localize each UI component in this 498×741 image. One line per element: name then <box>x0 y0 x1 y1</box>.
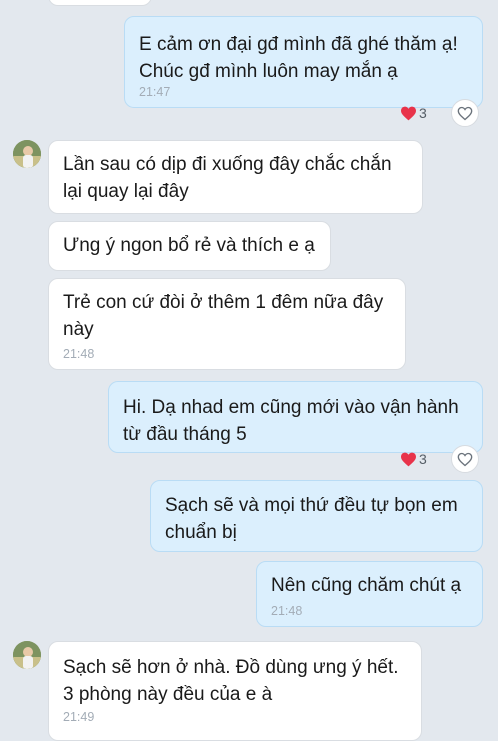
message-text: Ưng ý ngon bổ rẻ và thích e ạ <box>63 235 315 256</box>
avatar-image <box>13 641 41 669</box>
message-bubble-outgoing[interactable]: Hi. Dạ nhad em cũng mới vào vận hành từ … <box>108 381 483 453</box>
message-text: Lần sau có dịp đi xuống đây chắc chắn lạ… <box>63 154 392 202</box>
message-bubble-partial <box>48 0 152 6</box>
message-text: Sạch sẽ và mọi thứ đều tự bọn em chuẩn b… <box>165 495 458 543</box>
heart-icon <box>401 452 416 466</box>
message-time: 21:49 <box>63 710 95 724</box>
message-text: Sạch sẽ hơn ở nhà. Đồ dùng ưng ý hết. 3 … <box>63 657 399 705</box>
react-button[interactable] <box>451 445 479 473</box>
reaction-badge[interactable]: 3 <box>400 448 427 470</box>
reaction-badge[interactable]: 3 <box>400 102 427 124</box>
react-button[interactable] <box>451 99 479 127</box>
avatar-image <box>13 140 41 168</box>
message-bubble-outgoing[interactable]: E cảm ơn đại gđ mình đã ghé thăm ạ! Chúc… <box>124 16 483 108</box>
message-bubble-incoming[interactable]: Trẻ con cứ đòi ở thêm 1 đêm nữa đây này … <box>48 278 406 370</box>
heart-outline-icon <box>457 106 473 120</box>
heart-icon <box>401 106 416 120</box>
reaction-count: 3 <box>419 105 427 121</box>
message-text: E cảm ơn đại gđ mình đã ghé thăm ạ! Chúc… <box>139 34 458 82</box>
message-text: Hi. Dạ nhad em cũng mới vào vận hành từ … <box>123 397 459 445</box>
message-bubble-incoming[interactable]: Lần sau có dịp đi xuống đây chắc chắn lạ… <box>48 140 423 214</box>
message-text: Nên cũng chăm chút ạ <box>271 575 462 596</box>
message-text: Trẻ con cứ đòi ở thêm 1 đêm nữa đây này <box>63 292 384 340</box>
message-bubble-outgoing[interactable]: Sạch sẽ và mọi thứ đều tự bọn em chuẩn b… <box>150 480 483 552</box>
message-time: 21:47 <box>139 85 171 99</box>
message-bubble-incoming[interactable]: Ưng ý ngon bổ rẻ và thích e ạ <box>48 221 331 271</box>
message-bubble-outgoing[interactable]: Nên cũng chăm chút ạ 21:48 <box>256 561 483 627</box>
message-bubble-incoming[interactable]: Sạch sẽ hơn ở nhà. Đồ dùng ưng ý hết. 3 … <box>48 641 422 741</box>
heart-outline-icon <box>457 452 473 466</box>
avatar[interactable] <box>13 140 41 168</box>
message-time: 21:48 <box>271 604 303 618</box>
reaction-count: 3 <box>419 451 427 467</box>
avatar[interactable] <box>13 641 41 669</box>
message-time: 21:48 <box>63 347 95 361</box>
